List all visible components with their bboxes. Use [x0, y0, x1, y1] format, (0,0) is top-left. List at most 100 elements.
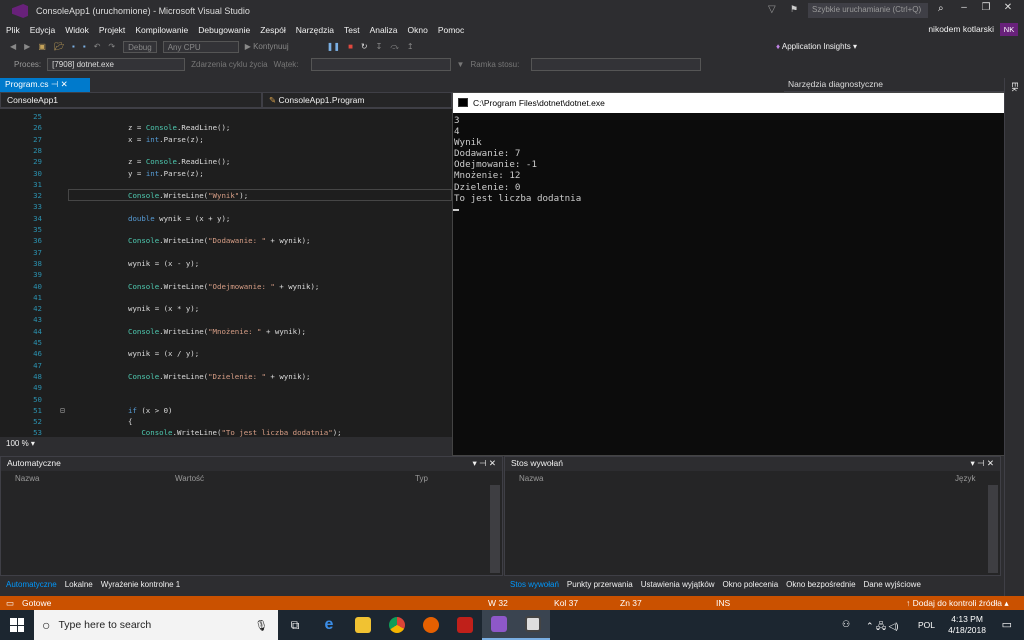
process-dropdown[interactable]: [7908] dotnet.exe [47, 58, 186, 71]
menu-narzedzia[interactable]: Narzędzia [296, 25, 334, 35]
restart-icon[interactable]: ↻ [361, 42, 368, 51]
taskbar-clock[interactable]: 4:13 PM 4/18/2018 [948, 614, 986, 636]
step-over-icon[interactable]: ⤼ [390, 42, 399, 52]
column-typ[interactable]: Typ [415, 474, 428, 483]
tab-wyrazenie-kontrolne[interactable]: Wyrażenie kontrolne 1 [101, 580, 181, 589]
code-line[interactable]: y = int.Parse(z); [128, 168, 204, 179]
menu-debugowanie[interactable]: Debugowanie [198, 25, 250, 35]
tab-okno-bezposrednie[interactable]: Okno bezpośrednie [786, 580, 855, 589]
console-window[interactable]: C:\Program Files\dotnet\dotnet.exe 3 4 W… [452, 92, 1024, 456]
acrobat-icon[interactable] [448, 610, 482, 640]
pin-icon[interactable]: ⊣ [51, 79, 58, 89]
stack-frame-dropdown[interactable] [531, 58, 702, 71]
open-icon[interactable]: 📂︎ [54, 42, 64, 51]
tab-automatyczne[interactable]: Automatyczne [6, 580, 57, 589]
tab-program-cs[interactable]: Program.cs ⊣ ✕ [0, 78, 90, 92]
close-tab-icon[interactable]: ✕ [61, 79, 68, 89]
visual-studio-taskbar-icon[interactable] [482, 610, 516, 640]
save-icon[interactable]: ▪ [72, 42, 75, 51]
restore-button[interactable]: ❐ [976, 2, 996, 13]
firefox-icon[interactable] [414, 610, 448, 640]
microphone-icon[interactable]: 🎙︎ [255, 619, 268, 632]
menu-edycja[interactable]: Edycja [30, 25, 56, 35]
column-nazwa[interactable]: Nazwa [15, 474, 175, 483]
menu-projekt[interactable]: Projekt [99, 25, 125, 35]
platform-dropdown[interactable]: Any CPU [162, 40, 239, 53]
menu-plik[interactable]: Plik [6, 25, 20, 35]
edge-icon[interactable]: e [312, 610, 346, 640]
menu-okno[interactable]: Okno [408, 25, 428, 35]
save-all-icon[interactable]: ▪ [83, 42, 86, 51]
back-icon[interactable]: ◀ [10, 42, 16, 51]
menu-widok[interactable]: Widok [65, 25, 89, 35]
menu-kompilowanie[interactable]: Kompilowanie [135, 25, 188, 35]
application-insights-button[interactable]: ♦ Application Insights ▾ [776, 42, 857, 51]
chrome-icon[interactable] [380, 610, 414, 640]
menu-test[interactable]: Test [344, 25, 360, 35]
code-line[interactable]: Console.WriteLine("Dodawanie: " + wynik)… [128, 235, 310, 246]
code-editor[interactable]: ConsoleApp1 ✎ ConsoleApp1.Program 25 26 z … [0, 92, 452, 437]
side-tab-icon[interactable]: Ek [1010, 82, 1019, 91]
undo-icon[interactable]: ↶ [94, 42, 101, 51]
taskbar-search-box[interactable]: ○ Type here to search 🎙︎ [34, 610, 278, 640]
project-dropdown[interactable]: ConsoleApp1 [0, 92, 262, 108]
step-into-icon[interactable]: ↧ [376, 42, 383, 51]
avatar[interactable]: NK [1000, 23, 1018, 36]
user-name[interactable]: nikodem kotlarski [928, 24, 994, 34]
code-line[interactable]: { [128, 416, 132, 427]
tab-ustawienia-wyjatkow[interactable]: Ustawienia wyjątków [641, 580, 715, 589]
column-wartosc[interactable]: Wartość [175, 474, 415, 483]
code-line[interactable]: if (x > 0) [128, 405, 173, 416]
add-to-source-control-button[interactable]: ↑ Dodaj do kontroli źródła ▴ [906, 598, 1009, 609]
code-line[interactable]: z = Console.ReadLine(); [128, 122, 230, 133]
console-taskbar-icon[interactable] [516, 610, 550, 640]
redo-icon[interactable]: ↷ [108, 42, 115, 51]
console-title-bar[interactable]: C:\Program Files\dotnet\dotnet.exe [453, 93, 1023, 113]
code-line[interactable]: wynik = (x * y); [128, 303, 199, 314]
step-out-icon[interactable]: ↥ [407, 42, 414, 51]
people-icon[interactable]: ⚇ [842, 619, 850, 630]
code-line[interactable]: Console.WriteLine("Mnożenie: " + wynik); [128, 326, 306, 337]
vertical-scrollbar[interactable] [490, 485, 500, 573]
menu-pomoc[interactable]: Pomoc [438, 25, 464, 35]
new-project-icon[interactable]: ▣ [38, 42, 46, 51]
notification-flag-icon[interactable]: ⚑ [790, 4, 798, 15]
column-nazwa[interactable]: Nazwa [519, 474, 955, 483]
thread-dropdown[interactable] [310, 58, 451, 71]
action-center-icon[interactable]: ▭ [1002, 618, 1012, 631]
close-button[interactable]: ✕ [998, 2, 1018, 13]
code-line[interactable]: double wynik = (x + y); [128, 213, 230, 224]
filter-threads-icon[interactable]: ▼ [457, 60, 465, 69]
menu-zespol[interactable]: Zespół [260, 25, 286, 35]
forward-icon[interactable]: ▶ [24, 42, 30, 51]
class-dropdown[interactable]: ✎ ConsoleApp1.Program [262, 92, 452, 108]
code-line[interactable]: wynik = (x / y); [128, 348, 199, 359]
code-line[interactable]: Console.WriteLine("Odejmowanie: " + wyni… [128, 281, 319, 292]
tab-lokalne[interactable]: Lokalne [65, 580, 93, 589]
tab-stos-wywolan[interactable]: Stos wywołań [510, 580, 559, 589]
code-line[interactable]: x = int.Parse(z); [128, 134, 204, 145]
tab-okno-polecenia[interactable]: Okno polecenia [723, 580, 779, 589]
panel-options-icon[interactable]: ▾ ⊣ ✕ [472, 458, 496, 469]
filter-icon[interactable]: ▽ [768, 4, 776, 15]
quick-launch-input[interactable]: Szybkie uruchamianie (Ctrl+Q) [808, 3, 928, 18]
collapse-icon[interactable]: ⊟ [60, 405, 65, 416]
code-line[interactable]: wynik = (x - y); [128, 258, 199, 269]
stop-icon[interactable]: ■ [348, 42, 353, 51]
search-icon[interactable]: ⌕ [938, 3, 944, 14]
lifecycle-events-dropdown[interactable]: Zdarzenia cyklu życia [191, 60, 267, 69]
start-button[interactable] [0, 610, 34, 640]
pause-icon[interactable]: ❚❚ [327, 42, 340, 51]
column-jezyk[interactable]: Język [955, 474, 975, 483]
tab-dane-wyjsciowe[interactable]: Dane wyjściowe [864, 580, 921, 589]
tab-diagnostic-tools[interactable]: Narzędzia diagnostyczne [784, 78, 1004, 92]
zoom-dropdown[interactable]: 100 % ▾ [0, 437, 452, 451]
file-explorer-icon[interactable] [346, 610, 380, 640]
tab-punkty-przerwania[interactable]: Punkty przerwania [567, 580, 633, 589]
configuration-dropdown[interactable]: Debug [123, 40, 157, 53]
system-tray-icons[interactable]: ⌃ 🖧︎ ◁) [866, 619, 899, 635]
minimize-button[interactable]: – [954, 2, 974, 13]
code-line[interactable]: Console.WriteLine("Dzielenie: " + wynik)… [128, 371, 310, 382]
menu-analiza[interactable]: Analiza [370, 25, 398, 35]
task-view-icon[interactable]: ⧉ [278, 610, 312, 640]
